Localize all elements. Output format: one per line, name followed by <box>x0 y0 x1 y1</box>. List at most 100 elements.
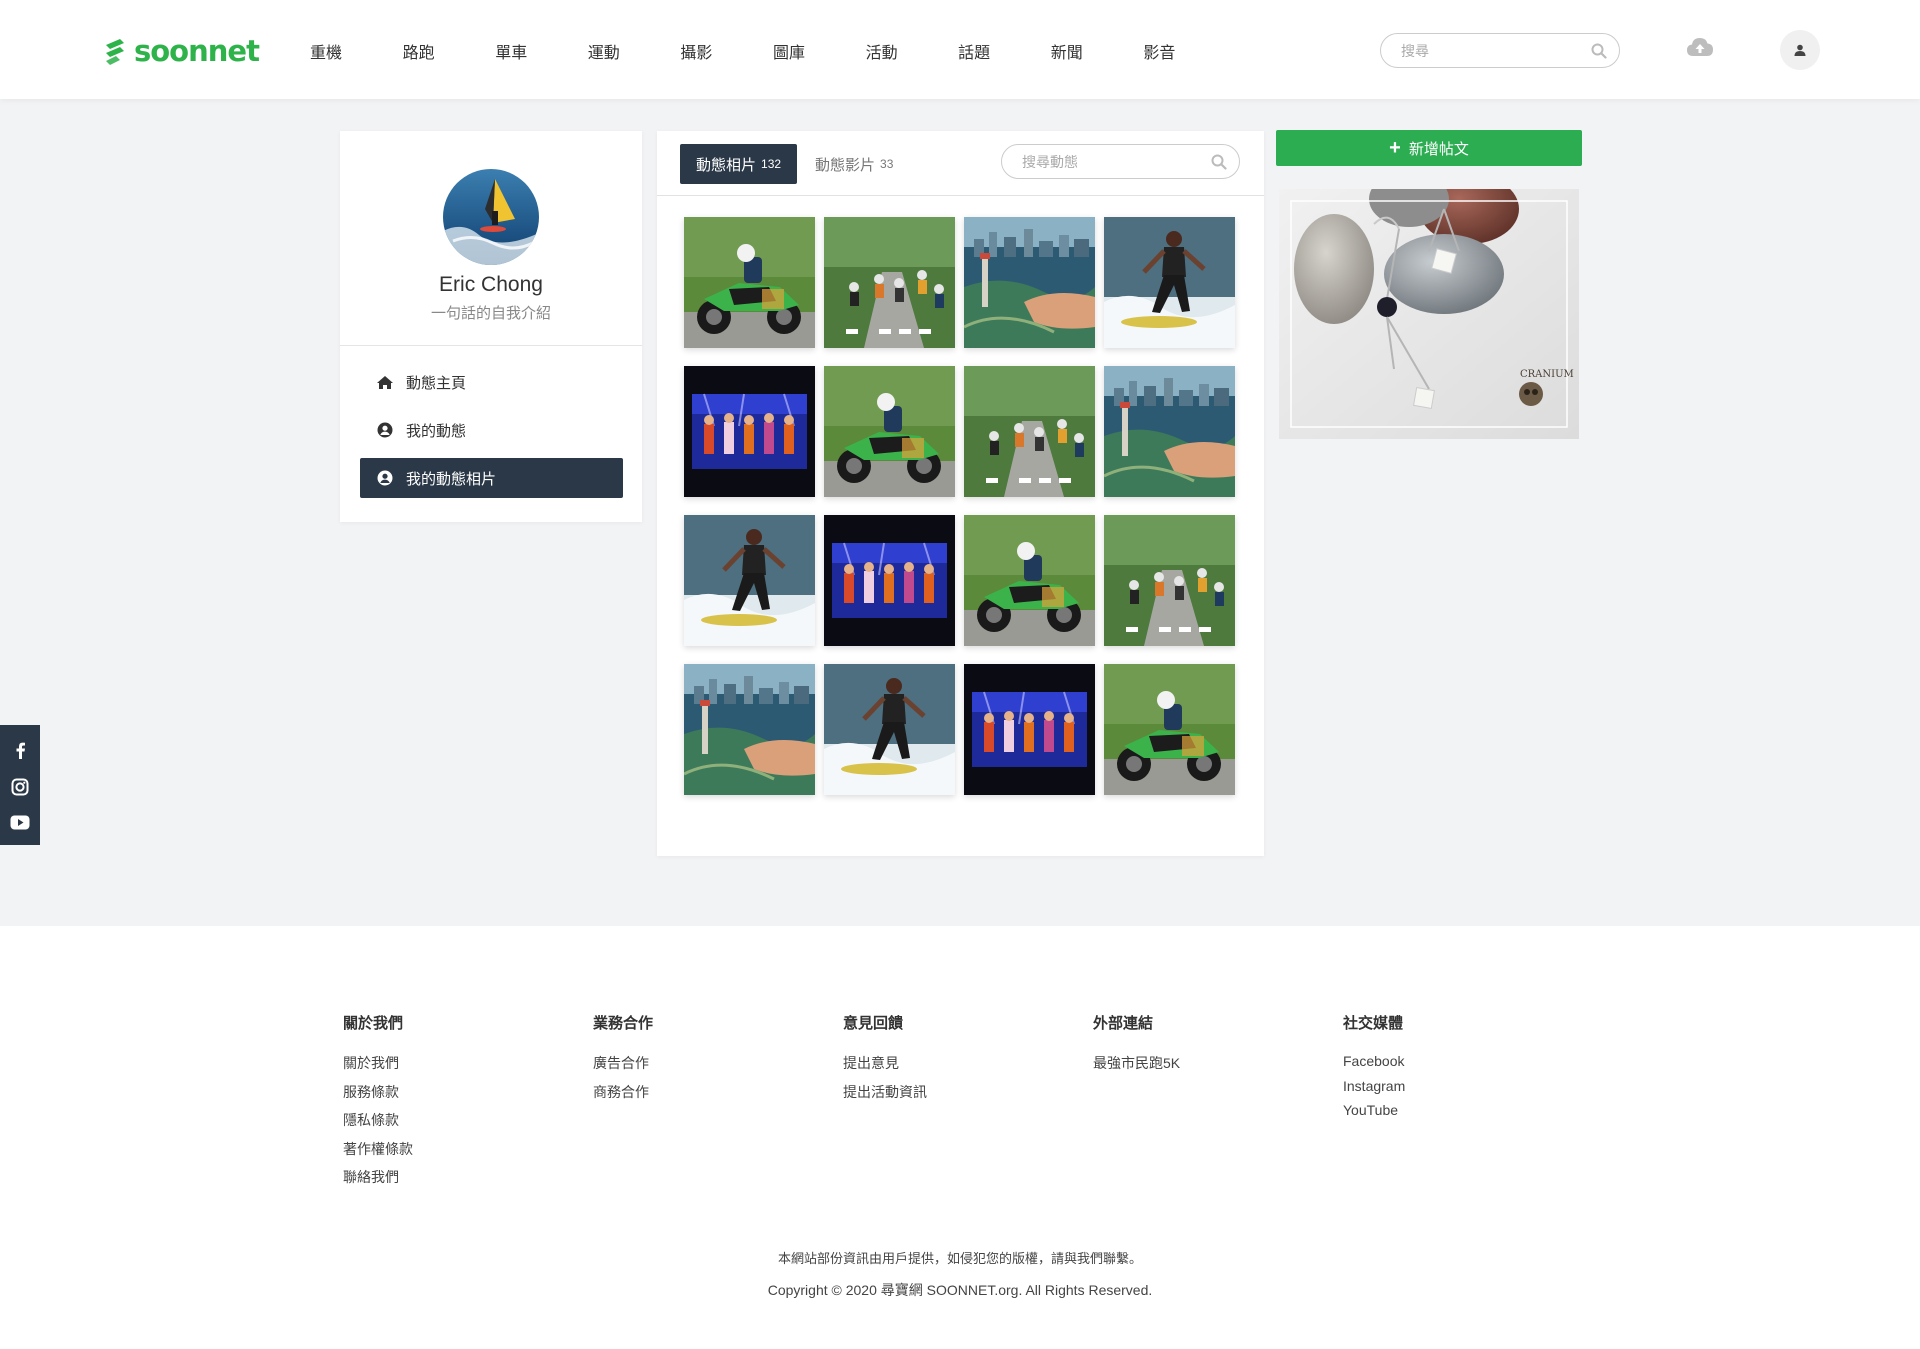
photo-thumbnail-motorcycle[interactable] <box>964 515 1095 646</box>
youtube-icon[interactable] <box>10 815 30 830</box>
user-circle-icon <box>376 421 394 439</box>
profile-menu: 動態主頁 我的動態 我的動態相片 <box>360 362 623 506</box>
photo-thumbnail-surf[interactable] <box>1104 217 1235 348</box>
footer-link-privacy[interactable]: 隱私條款 <box>343 1110 593 1130</box>
site-footer: 關於我們 關於我們 服務條款 隱私條款 著作權條款 聯絡我們 業務合作 廣告合作… <box>0 926 1920 1349</box>
footer-link-contact[interactable]: 聯絡我們 <box>343 1167 593 1187</box>
menu-item-feed-home[interactable]: 動態主頁 <box>360 362 623 402</box>
profile-divider <box>340 345 642 346</box>
photo-image <box>824 366 955 497</box>
photo-image <box>964 366 1095 497</box>
footer-copyright: Copyright © 2020 尋寶網 SOONNET.org. All Ri… <box>767 1282 1153 1298</box>
photo-thumbnail-concert[interactable] <box>964 664 1095 795</box>
nav-item-sports[interactable]: 運動 <box>588 39 681 63</box>
photo-thumbnail-motorcycle[interactable] <box>684 217 815 348</box>
photo-image <box>964 515 1095 646</box>
footer-col-feedback: 意見回饋 提出意見 提出活動資訊 <box>843 1012 1093 1196</box>
new-post-button[interactable]: + 新增帖文 <box>1276 130 1582 166</box>
tab-videos[interactable]: 動態影片 33 <box>799 144 909 184</box>
photo-thumbnail-cycling[interactable] <box>964 366 1095 497</box>
photo-thumbnail-cycling[interactable] <box>824 217 955 348</box>
footer-link-business[interactable]: 商務合作 <box>593 1082 843 1102</box>
photo-image <box>1104 515 1235 646</box>
nav-item-running[interactable]: 路跑 <box>403 39 496 63</box>
nav-item-cycling[interactable]: 單車 <box>495 39 588 63</box>
tab-videos-count: 33 <box>880 157 894 171</box>
photo-thumbnail-concert[interactable] <box>684 366 815 497</box>
search-icon[interactable] <box>1591 43 1607 59</box>
photo-thumbnail-city[interactable] <box>684 664 815 795</box>
menu-item-label: 動態主頁 <box>406 374 467 392</box>
tab-photos-label: 動態相片 <box>696 156 757 174</box>
photo-thumbnail-surf[interactable] <box>684 515 815 646</box>
photo-thumbnail-motorcycle[interactable] <box>1104 664 1235 795</box>
feed-tabs: 動態相片 132 動態影片 33 <box>657 131 1264 196</box>
nav-item-photography[interactable]: 攝影 <box>680 39 773 63</box>
nav-item-events[interactable]: 活動 <box>866 39 959 63</box>
profile-name: Eric Chong <box>439 273 543 296</box>
photo-thumbnail-cycling[interactable] <box>1104 515 1235 646</box>
photo-image <box>824 217 955 348</box>
photo-image <box>824 664 955 795</box>
nav-item-news[interactable]: 新聞 <box>1051 39 1144 63</box>
cloud-upload-icon[interactable] <box>1686 36 1714 58</box>
post-search <box>1001 144 1240 179</box>
profile-bio: 一句話的自我介紹 <box>430 305 551 322</box>
footer-col-title: 社交媒體 <box>1343 1015 1404 1032</box>
search-icon[interactable] <box>1211 154 1227 170</box>
nav-item-topics[interactable]: 話題 <box>958 39 1051 63</box>
photo-thumbnail-city[interactable] <box>964 217 1095 348</box>
instagram-icon[interactable] <box>11 778 29 796</box>
footer-col-title: 關於我們 <box>343 1015 404 1032</box>
site-header: soonnet 重機 路跑 單車 運動 攝影 圖庫 活動 話題 新聞 影音 <box>0 0 1920 99</box>
footer-link-copyright[interactable]: 著作權條款 <box>343 1139 593 1159</box>
footer-link-terms[interactable]: 服務條款 <box>343 1082 593 1102</box>
footer-col-title: 業務合作 <box>593 1015 654 1032</box>
user-menu-button[interactable] <box>1780 30 1820 70</box>
tab-photos[interactable]: 動態相片 132 <box>680 144 798 184</box>
nav-item-gallery[interactable]: 圖庫 <box>773 39 866 63</box>
footer-link-instagram[interactable]: Instagram <box>1343 1078 1593 1094</box>
photo-image <box>1104 217 1235 348</box>
photo-image <box>1104 664 1235 795</box>
nav-item-heavy-motorcycle[interactable]: 重機 <box>310 39 403 63</box>
footer-link-youtube[interactable]: YouTube <box>1343 1102 1593 1118</box>
photo-thumbnail-concert[interactable] <box>824 515 955 646</box>
photo-image <box>684 366 815 497</box>
photo-feed-panel: 動態相片 132 動態影片 33 <box>657 131 1264 856</box>
header-search <box>1380 33 1620 68</box>
footer-link-about-us[interactable]: 關於我們 <box>343 1053 593 1073</box>
photo-grid <box>684 217 1235 795</box>
logo-text: soonnet <box>134 34 260 68</box>
footer-link-5k[interactable]: 最強市民跑5K <box>1093 1053 1343 1073</box>
footer-link-submit-feedback[interactable]: 提出意見 <box>843 1053 1093 1073</box>
new-post-label: 新增帖文 <box>1408 140 1469 158</box>
photo-image <box>684 217 815 348</box>
menu-item-my-photos[interactable]: 我的動態相片 <box>360 458 623 498</box>
photo-image <box>824 515 955 646</box>
photo-thumbnail-city[interactable] <box>1104 366 1235 497</box>
menu-item-label: 我的動態相片 <box>406 470 497 488</box>
ad-watermark: CRANIUM <box>1520 369 1574 380</box>
ad-banner[interactable]: CRANIUM <box>1279 189 1579 439</box>
footer-col-about: 關於我們 關於我們 服務條款 隱私條款 著作權條款 聯絡我們 <box>343 1012 593 1196</box>
social-sidebar <box>0 725 40 845</box>
footer-link-submit-event[interactable]: 提出活動資訊 <box>843 1082 1093 1102</box>
footer-link-facebook[interactable]: Facebook <box>1343 1053 1593 1069</box>
header-search-input[interactable] <box>1401 42 1591 59</box>
footer-note: 本網站部份資訊由用戶提供，如侵犯您的版權，請與我們聯繫。 <box>777 1251 1142 1266</box>
logo-mark-icon <box>106 39 124 65</box>
menu-item-my-posts[interactable]: 我的動態 <box>360 410 623 450</box>
photo-thumbnail-motorcycle[interactable] <box>824 366 955 497</box>
photo-image <box>1104 366 1235 497</box>
nav-item-videos[interactable]: 影音 <box>1143 39 1236 63</box>
avatar-image <box>443 169 539 265</box>
tab-photos-count: 132 <box>761 157 782 171</box>
photo-thumbnail-surf[interactable] <box>824 664 955 795</box>
site-logo[interactable]: soonnet <box>102 34 260 68</box>
post-search-input[interactable] <box>1022 153 1211 170</box>
avatar[interactable] <box>443 169 539 265</box>
footer-link-advertising[interactable]: 廣告合作 <box>593 1053 843 1073</box>
photo-image <box>684 515 815 646</box>
facebook-icon[interactable] <box>13 741 27 759</box>
